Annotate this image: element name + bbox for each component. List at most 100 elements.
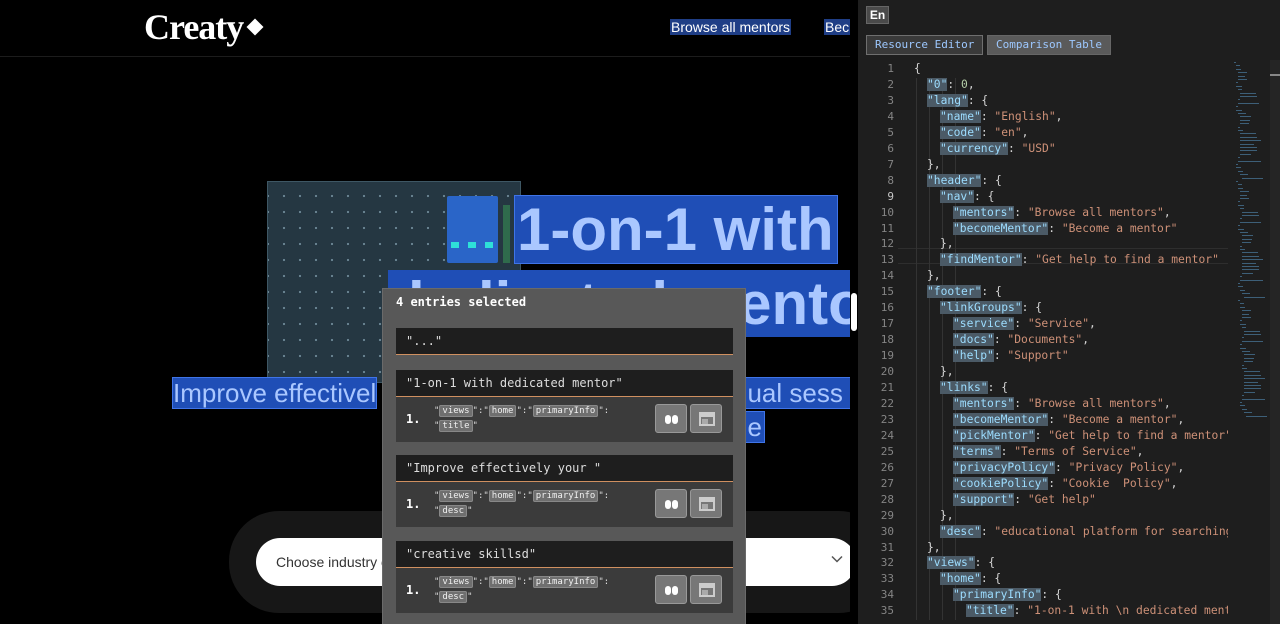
entry-item[interactable]: "1-on-1 with dedicated mentor" 1. " views…: [396, 370, 733, 442]
code-line[interactable]: "support": "Get help": [953, 492, 1096, 506]
line-number: 20: [880, 365, 894, 379]
window-icon: [699, 497, 715, 511]
code-line[interactable]: "nav": {: [940, 189, 994, 203]
minimap-line: [1242, 238, 1252, 240]
code-line[interactable]: "cookiePolicy": "Cookie Policy",: [953, 476, 1177, 490]
path-segment: views: [439, 576, 473, 588]
match-number: 1.: [406, 412, 421, 426]
json-key: "service": [953, 317, 1015, 331]
code-line[interactable]: "becomeMentor": "Become a mentor": [953, 221, 1178, 235]
resource-editor-panel: En Resource Editor Comparison Table 1 {2 "…: [858, 0, 1280, 624]
code-line[interactable]: "linkGroups": {: [940, 301, 1042, 315]
code-line[interactable]: "service": "Service",: [953, 317, 1096, 331]
code-line[interactable]: },: [940, 365, 954, 378]
tab-resource-editor[interactable]: Resource Editor: [866, 35, 984, 55]
line-number: 13: [880, 253, 894, 267]
code-line[interactable]: {: [914, 62, 921, 75]
editor-scrollbar[interactable]: [1270, 60, 1280, 624]
minimap-line: [1242, 408, 1247, 410]
eyes-icon[interactable]: [655, 404, 687, 433]
json-string: "Browse all mentors": [1027, 396, 1164, 410]
editor-minimap[interactable]: [1228, 60, 1270, 440]
json-punctuation: :: [947, 77, 962, 91]
minimap-line: [1238, 157, 1240, 159]
json-punctuation: :: [993, 333, 1008, 347]
minimap-line: [1238, 201, 1240, 203]
code-line[interactable]: "findMentor": "Get help to find a mentor…: [940, 253, 1219, 267]
tab-comparison-table[interactable]: Comparison Table: [987, 35, 1111, 55]
code-line[interactable]: "footer": {: [927, 285, 1002, 299]
code-line[interactable]: "views": {: [927, 556, 995, 570]
code-line[interactable]: "header": {: [927, 173, 1002, 187]
code-line[interactable]: "desc": "educational platform for search…: [940, 524, 1228, 538]
json-string: "Become a mentor": [1061, 221, 1178, 235]
code-line[interactable]: "primaryInfo": {: [953, 588, 1062, 602]
window-icon: [699, 583, 715, 597]
json-key: "mentors": [953, 396, 1015, 410]
code-line[interactable]: "home": {: [940, 572, 1001, 586]
code-line[interactable]: "privacyPolicy": "Privacy Policy",: [953, 460, 1184, 474]
minimap-line: [1242, 266, 1259, 267]
line-number: 33: [880, 572, 894, 586]
entry-item[interactable]: "creative skillsd" 1. " views ":" home ":" pr…: [396, 541, 733, 613]
code-line[interactable]: "lang": {: [927, 93, 988, 107]
minimap-line: [1236, 164, 1238, 165]
open-in-editor-button[interactable]: [690, 489, 722, 518]
code-line[interactable]: "mentors": "Browse all mentors",: [953, 205, 1171, 219]
splitter-handle[interactable]: [851, 293, 857, 331]
minimap-line: [1240, 198, 1249, 199]
code-line[interactable]: "mentors": "Browse all mentors",: [953, 396, 1171, 410]
json-string: "Get help to find a mentor": [1048, 428, 1228, 442]
code-line[interactable]: "name": "English",: [940, 109, 1062, 123]
code-line[interactable]: "terms": "Terms of Service",: [953, 444, 1143, 458]
code-line[interactable]: },: [927, 269, 941, 282]
nav-become-mentor-link[interactable]: Bec: [824, 19, 850, 35]
hero-dots-tile[interactable]: [447, 196, 498, 263]
json-punctuation: :: [980, 109, 995, 123]
entry-match-row: 1. " views ":" home ":" primaryInfo ": " desc ": [396, 568, 733, 613]
minimap-line: [1236, 85, 1242, 87]
site-logo[interactable]: Creaty: [144, 6, 264, 48]
json-punctuation: :: [1048, 221, 1062, 235]
code-line[interactable]: },: [940, 509, 954, 522]
eyes-icon[interactable]: [655, 489, 687, 518]
minimap-line: [1240, 347, 1246, 349]
code-line[interactable]: },: [940, 237, 954, 250]
hero-subtitle-left[interactable]: Improve effectivel: [171, 377, 378, 409]
minimap-line: [1238, 79, 1247, 80]
minimap-line: [1240, 133, 1256, 135]
json-string: "Support": [1007, 349, 1069, 363]
dot-icon: [468, 242, 476, 248]
code-line[interactable]: "becomeMentor": "Become a mentor",: [953, 412, 1184, 426]
path-segment: primaryInfo: [532, 576, 599, 588]
code-line[interactable]: "title": "1-on-1 with \n dedicated mento…: [966, 604, 1228, 618]
minimap-line: [1238, 160, 1261, 162]
hero-title-line1[interactable]: 1-on-1 with: [514, 195, 838, 264]
chevron-down-icon[interactable]: [831, 553, 843, 565]
json-punctuation: :: [980, 125, 995, 139]
code-line[interactable]: "code": "en",: [940, 125, 1028, 139]
line-number: 17: [880, 317, 894, 331]
code-line[interactable]: "help": "Support": [953, 349, 1069, 363]
nav-browse-mentors-link[interactable]: Browse all mentors: [670, 19, 792, 35]
entry-item[interactable]: "...": [396, 328, 733, 355]
open-in-editor-button[interactable]: [690, 575, 722, 604]
hero-subtitle-right[interactable]: dual sess: [732, 377, 850, 409]
code-line[interactable]: "links": {: [940, 381, 1008, 394]
open-in-editor-button[interactable]: [690, 404, 722, 433]
editor-scrollbar-thumb[interactable]: [1270, 74, 1280, 76]
minimap-line: [1244, 378, 1265, 380]
json-punctuation: :: [980, 524, 995, 538]
code-line[interactable]: "pickMentor": "Get help to find a mentor…: [953, 428, 1228, 442]
code-line[interactable]: "currency": "USD": [940, 141, 1056, 155]
json-key: "nav": [940, 189, 975, 203]
code-line[interactable]: "0": 0,: [927, 77, 975, 91]
language-toggle[interactable]: En: [866, 6, 889, 24]
eyes-icon[interactable]: [655, 575, 687, 604]
entry-item[interactable]: "Improve effectively your " 1. " views ":"…: [396, 455, 733, 527]
code-line[interactable]: },: [927, 158, 941, 171]
code-line[interactable]: },: [927, 541, 941, 554]
json-key: "becomeMentor": [953, 412, 1049, 426]
json-code-editor[interactable]: 1{2 "0": 0, 3 "lang": {4 "name": "English", 5…: [858, 60, 1228, 624]
code-line[interactable]: "docs": "Documents",: [953, 333, 1089, 347]
